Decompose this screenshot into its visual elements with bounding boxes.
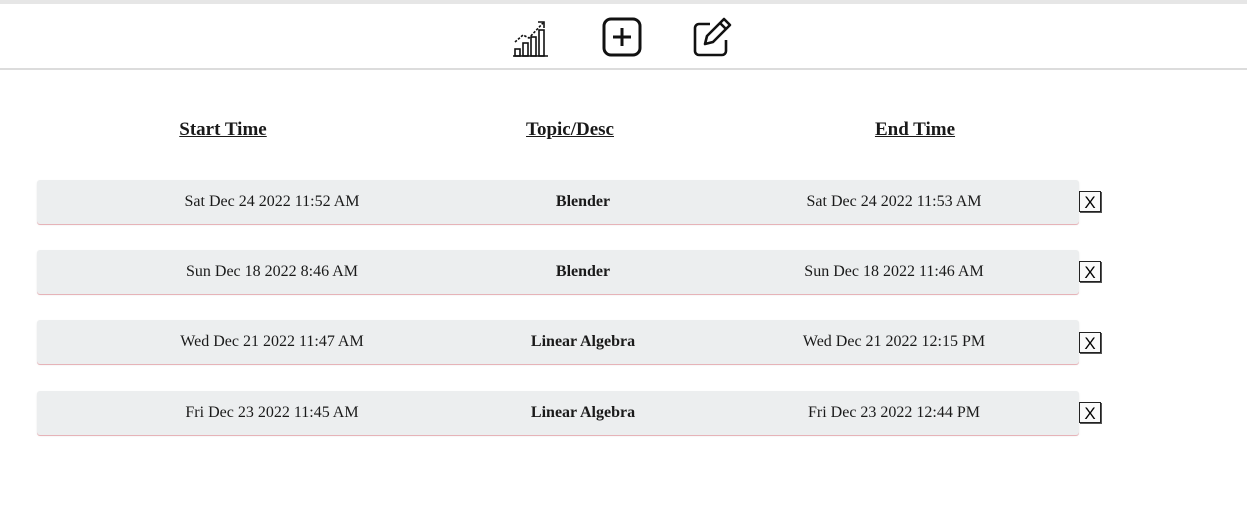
- row-topic: Linear Algebra: [530, 404, 636, 421]
- edit-button[interactable]: [690, 15, 734, 59]
- row-topic: Linear Algebra: [530, 333, 636, 350]
- row-topic: Blender: [555, 263, 611, 280]
- row-start-time: Wed Dec 21 2022 11:47 AM: [180, 333, 364, 350]
- row-start-time: Sun Dec 18 2022 8:46 AM: [186, 263, 358, 280]
- header-start-time: Start Time: [179, 119, 267, 140]
- delete-row-button[interactable]: X: [1079, 261, 1101, 282]
- session-row: Fri Dec 23 2022 11:45 AM Linear Algebra …: [37, 391, 1079, 435]
- header-topic: Topic/Desc: [526, 119, 614, 140]
- delete-row-button[interactable]: X: [1079, 191, 1101, 212]
- row-end-time: Sat Dec 24 2022 11:53 AM: [806, 193, 982, 210]
- session-row: Sun Dec 18 2022 8:46 AM Blender Sun Dec …: [37, 250, 1079, 294]
- header-end-time: End Time: [874, 119, 956, 140]
- row-topic: Blender: [555, 193, 611, 210]
- session-row: Sat Dec 24 2022 11:52 AM Blender Sat Dec…: [37, 180, 1079, 224]
- delete-row-button[interactable]: X: [1079, 402, 1101, 423]
- row-end-time: Sun Dec 18 2022 11:46 AM: [804, 263, 984, 280]
- edit-icon: [693, 17, 732, 57]
- row-end-time: Fri Dec 23 2022 12:44 PM: [808, 404, 980, 421]
- row-start-time: Sat Dec 24 2022 11:52 AM: [184, 193, 360, 210]
- session-row: Wed Dec 21 2022 11:47 AM Linear Algebra …: [37, 320, 1079, 364]
- delete-row-button[interactable]: X: [1079, 332, 1101, 353]
- chart-icon: [513, 21, 548, 57]
- row-start-time: Fri Dec 23 2022 11:45 AM: [185, 404, 359, 421]
- add-entry-button[interactable]: [600, 15, 644, 59]
- stats-button[interactable]: [510, 15, 554, 59]
- row-end-time: Wed Dec 21 2022 12:15 PM: [802, 333, 986, 350]
- toolbar: [0, 4, 1247, 70]
- plus-square-icon: [602, 17, 642, 57]
